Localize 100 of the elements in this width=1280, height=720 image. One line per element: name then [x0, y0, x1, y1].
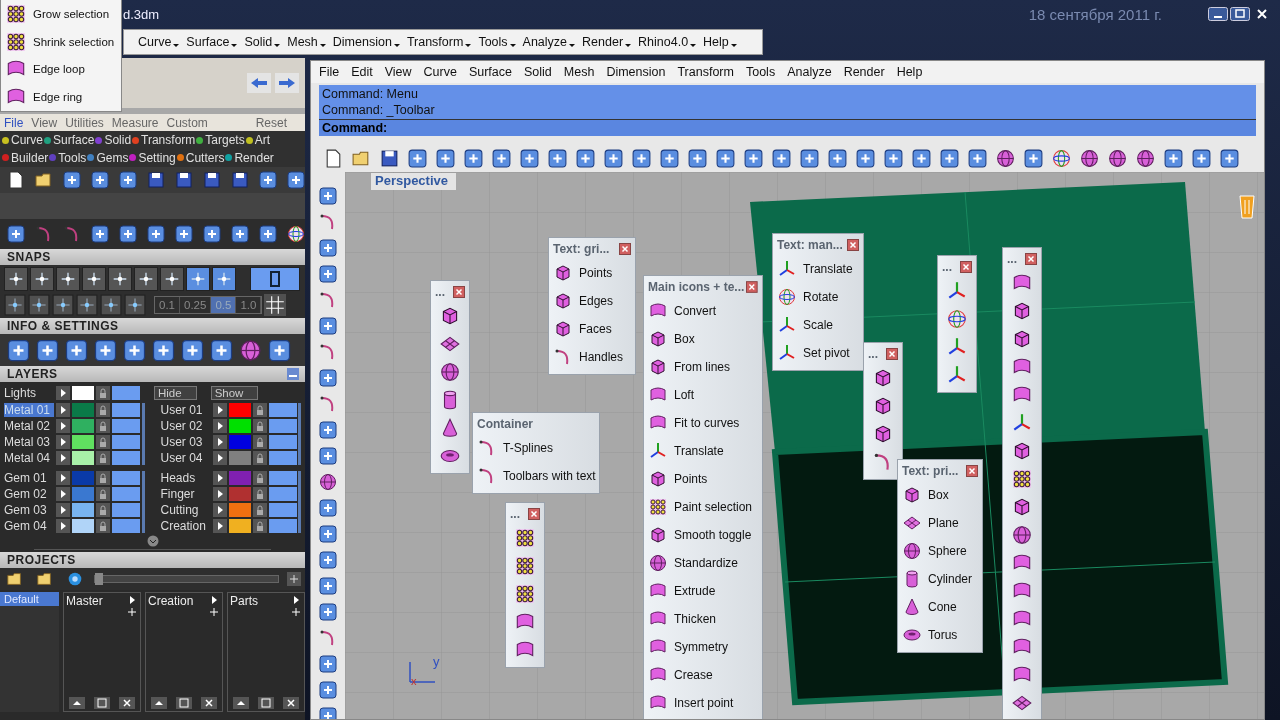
grid-step-option[interactable]: 1.0 [236, 297, 262, 313]
tool-icon[interactable] [318, 238, 338, 258]
toolbar-item[interactable]: Smooth toggle [648, 524, 758, 546]
lock-icon[interactable] [96, 503, 110, 517]
play-icon[interactable] [56, 451, 70, 465]
minimize-icon[interactable] [287, 368, 299, 380]
cross-icon[interactable] [283, 697, 300, 709]
up-icon[interactable] [68, 697, 85, 709]
menu-item[interactable]: Edge loop [5, 58, 117, 81]
toolbar-item[interactable]: Box [902, 484, 978, 506]
toolbar-item[interactable]: Extrude [648, 580, 758, 602]
menu-item[interactable]: Dimension [606, 65, 666, 79]
lock-icon[interactable] [96, 451, 110, 465]
menu-item[interactable]: Grow selection [5, 2, 117, 25]
tool-icon[interactable] [318, 680, 338, 700]
tool-icon[interactable] [174, 224, 194, 244]
visibility-toggle[interactable] [112, 503, 140, 517]
menu-item[interactable]: Analyze [787, 65, 832, 79]
tool-icon[interactable] [715, 147, 736, 169]
tool-icon[interactable] [93, 337, 118, 363]
tool-icon[interactable] [1219, 147, 1240, 169]
tool-icon[interactable] [547, 147, 568, 169]
tool-icon[interactable] [62, 170, 82, 190]
color-swatch[interactable] [228, 403, 251, 417]
layer-name[interactable]: Gem 03 [4, 503, 54, 517]
play-icon[interactable] [56, 487, 70, 501]
close-icon[interactable] [528, 508, 540, 520]
color-swatch[interactable] [228, 519, 251, 533]
menu-item[interactable]: Help [896, 65, 923, 79]
tool-icon[interactable] [258, 224, 278, 244]
layer-name[interactable]: User 02 [160, 419, 211, 433]
color-swatch[interactable] [72, 385, 94, 400]
toolbar-item[interactable]: Box [648, 328, 758, 350]
close-icon[interactable] [619, 243, 631, 255]
category-tab[interactable]: Curve [2, 132, 43, 149]
menu-item[interactable]: Curve [138, 35, 180, 49]
toolbar-item[interactable]: Crease [648, 664, 758, 686]
toolbar-item[interactable]: Points [553, 262, 631, 284]
snap-button[interactable] [108, 267, 132, 291]
layer-name[interactable]: Metal 04 [4, 451, 54, 465]
snap-button[interactable] [186, 267, 210, 291]
tool-icon[interactable] [318, 498, 338, 518]
tool-icon[interactable] [122, 337, 147, 363]
layer-name[interactable]: Gem 02 [4, 487, 54, 501]
visibility-toggle[interactable] [112, 451, 140, 465]
tool-icon[interactable] [318, 420, 338, 440]
expand-handle-icon[interactable] [146, 535, 159, 547]
toolbar-item[interactable]: T-Splines [477, 437, 595, 459]
menu-item[interactable]: Analyze [522, 35, 576, 49]
tool-icon[interactable] [1163, 147, 1184, 169]
toolbar-item[interactable]: Edges [553, 290, 631, 312]
command-field[interactable]: Command: [319, 119, 1256, 136]
tool-icon[interactable] [90, 170, 110, 190]
close-icon[interactable] [960, 261, 972, 273]
play-icon[interactable] [212, 519, 227, 533]
category-tab[interactable]: Solid [95, 132, 132, 149]
menu-item[interactable]: View [384, 65, 412, 79]
menu-item[interactable]: Custom [166, 115, 208, 130]
close-icon[interactable] [453, 286, 465, 298]
menu-item[interactable]: Surface [468, 65, 512, 79]
snap-button[interactable] [212, 267, 236, 291]
snap-button[interactable] [30, 267, 54, 291]
lock-icon[interactable] [96, 435, 110, 449]
tool-icon[interactable] [90, 224, 110, 244]
visibility-toggle[interactable] [268, 471, 297, 485]
play-icon[interactable] [56, 503, 70, 517]
tool-icon[interactable] [827, 147, 848, 169]
lock-icon[interactable] [96, 487, 110, 501]
visibility-toggle[interactable] [268, 419, 297, 433]
menu-item[interactable]: Edit [351, 65, 373, 79]
lock-icon[interactable] [252, 487, 267, 501]
menu-item[interactable]: View [31, 115, 58, 130]
color-swatch[interactable] [228, 471, 251, 485]
toolbar-item[interactable]: Rotate [777, 286, 859, 308]
visibility-toggle[interactable] [112, 385, 140, 400]
plus-icon[interactable] [126, 606, 138, 618]
toolbar-item[interactable]: Torus [902, 624, 978, 646]
up-icon[interactable] [232, 697, 249, 709]
tool-icon[interactable] [1191, 147, 1212, 169]
tool-icon[interactable] [180, 337, 205, 363]
tool-icon[interactable] [318, 264, 338, 284]
tool-icon[interactable] [118, 170, 138, 190]
toolbar-item[interactable]: Toolbars with text [477, 465, 595, 487]
toolbar-item[interactable]: Handles [553, 346, 631, 368]
layer-name[interactable]: Finger [160, 487, 211, 501]
color-swatch[interactable] [228, 435, 251, 449]
tool-icon[interactable] [855, 147, 876, 169]
toolbar-item[interactable]: Faces [553, 318, 631, 340]
lock-icon[interactable] [252, 503, 267, 517]
layer-name[interactable]: User 01 [160, 403, 211, 417]
play-icon[interactable] [56, 435, 70, 449]
visibility-toggle[interactable] [112, 487, 140, 501]
category-tab[interactable]: Targets [196, 132, 245, 149]
tool-icon[interactable] [603, 147, 624, 169]
toolbar-item[interactable]: Translate [777, 258, 859, 280]
grid-icon[interactable] [264, 294, 287, 316]
toolbar-item[interactable]: Fit to curves [648, 412, 758, 434]
sphere-icon[interactable] [238, 337, 263, 363]
tool-icon[interactable] [491, 147, 512, 169]
tool-icon[interactable] [967, 147, 988, 169]
